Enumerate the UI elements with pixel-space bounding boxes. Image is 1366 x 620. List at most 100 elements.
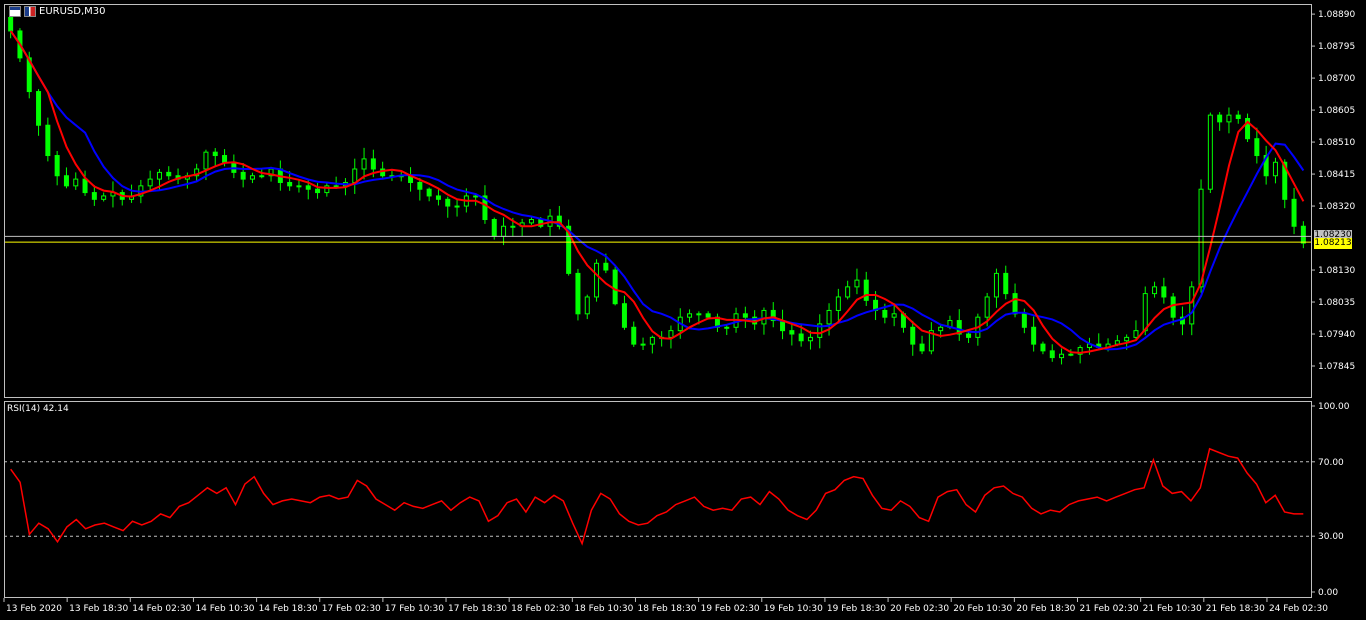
time-tick-label: 21 Feb 02:30 [1080,604,1139,614]
ma-fast-line [9,30,1305,354]
candle-body [705,313,711,318]
price-tick-label: 1.08320 [1318,202,1355,212]
candle-body [305,185,311,190]
candle-body [984,296,990,318]
bid-price-tag: 1.08213 [1314,238,1352,250]
candle-body [631,326,637,345]
time-tick-label: 14 Feb 18:30 [259,604,318,614]
time-tick-label: 18 Feb 10:30 [574,604,633,614]
flag-icon [24,6,36,17]
candle-body [938,326,944,332]
candle-body [1291,198,1297,227]
price-tick-label: 1.08795 [1318,42,1355,52]
price-tick-label: 1.07845 [1318,362,1355,372]
candle-body [882,309,888,318]
candle-body [1272,161,1278,177]
candle-body [1217,114,1223,123]
time-tick-label: 20 Feb 10:30 [953,604,1012,614]
candle-body [528,219,534,224]
candle-body [1124,336,1130,342]
candle-body [45,124,51,157]
time-tick-label: 14 Feb 10:30 [195,604,254,614]
time-tick-label: 17 Feb 10:30 [385,604,444,614]
candle-body [966,333,972,338]
candle-body [575,272,581,315]
candle-body [835,296,841,311]
candle-body [1235,114,1241,119]
time-tick-label: 19 Feb 18:30 [827,604,886,614]
candle-body [473,195,479,198]
candle-body [63,175,69,187]
candle-body [1049,350,1055,359]
price-chart-pane[interactable]: 1.08890 1.08795 1.08700 1.08605 1.08510 1.084… [0,0,1366,398]
price-tick-label: 1.07940 [1318,330,1355,340]
candle-body [54,155,60,177]
candle-body [361,158,367,170]
time-tick-label: 19 Feb 10:30 [764,604,823,614]
candle-body [594,262,600,298]
candle-body [1040,343,1046,352]
candle-body [36,91,42,126]
rsi-tick-label: 70.00 [1318,458,1344,468]
candle-body [454,205,460,208]
candle-body [1161,286,1167,298]
candle-body [807,336,813,342]
rsi-chart-pane[interactable]: 100.00 70.00 30.00 0.00 [0,398,1366,598]
candle-body [1170,296,1176,318]
time-tick-label: 17 Feb 02:30 [322,604,381,614]
candle-body [798,333,804,342]
candle-body [789,330,795,335]
rsi-axis: 100.00 70.00 30.00 0.00 [1311,402,1350,598]
candle-body [640,343,646,346]
candle-body [993,272,999,298]
candle-body [649,336,655,345]
candle-body [296,185,302,188]
candle-body [1003,272,1009,295]
price-axis: 1.08890 1.08795 1.08700 1.08605 1.08510 1.084… [1311,10,1355,372]
candle-body [742,313,748,318]
candle-body [919,343,925,352]
candle-body [101,195,107,200]
time-tick-label: 19 Feb 02:30 [701,604,760,614]
candle-body [1198,188,1204,288]
candle-body [417,181,423,190]
time-tick-label: 24 Feb 02:30 [1269,604,1328,614]
candle-body [696,313,702,316]
candle-body [863,279,869,301]
candle-body [1031,326,1037,345]
candle-body [1189,286,1195,325]
time-tick-label: 13 Feb 18:30 [69,604,128,614]
candle-body [668,330,674,338]
window-icon [9,6,21,17]
symbol-label: EURUSD,M30 [39,6,106,17]
candle-body [491,219,497,237]
candle-body [147,178,153,187]
candle-body [222,155,228,163]
candle-body [240,171,246,180]
candle-body [166,171,172,177]
rsi-line [10,447,1304,546]
candle-body [1012,293,1018,315]
candle-body [1226,114,1232,123]
candle-body [845,286,851,298]
candle-body [82,178,88,194]
candle-body [1068,353,1074,356]
time-tick-label: 21 Feb 10:30 [1143,604,1202,614]
candle-body [1142,293,1148,332]
candle-body [826,309,832,325]
candle-body [156,171,162,180]
candle-body [91,192,97,200]
time-tick-label: 18 Feb 02:30 [511,604,570,614]
time-axis: 13 Feb 2020 13 Feb 18:30 14 Feb 02:30 14 Fe… [3,598,1328,614]
moving-averages-group [9,30,1305,354]
time-tick-label: 18 Feb 18:30 [637,604,696,614]
price-tick-label: 1.08700 [1318,74,1355,84]
rsi-tick-label: 30.00 [1318,532,1344,542]
candle-body [603,262,609,271]
candle-body [501,225,507,237]
candle-body [761,309,767,325]
candle-body [435,195,441,200]
time-tick-label: 14 Feb 02:30 [132,604,191,614]
candle-body [510,225,516,228]
candle-body [612,269,618,305]
